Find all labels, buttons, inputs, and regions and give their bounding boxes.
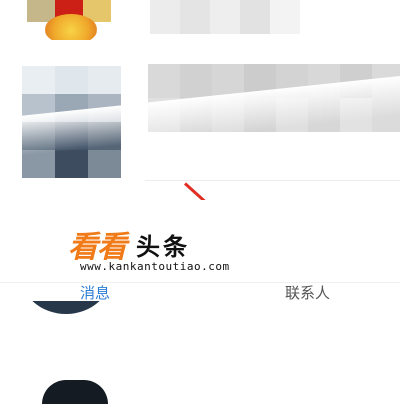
avatar [27,0,111,40]
bottom-tab-bar: 消息 联系人 [0,282,400,302]
watermark-url: www.kankantoutiao.com [80,260,230,273]
avatar [42,380,108,404]
tab-messages[interactable]: 消息 [80,284,110,302]
chat-list-item[interactable] [0,0,400,44]
chat-list-item[interactable]: 04040 [0,132,400,314]
divider [145,180,400,181]
tab-contacts[interactable]: 联系人 [285,284,330,302]
watermark-logo: 看看 头条 [68,222,190,265]
blurred-name [150,0,300,34]
watermark-brand-black: 头条 [136,232,190,261]
watermark-banner: 看看 头条 www.kankantoutiao.com [0,200,380,282]
